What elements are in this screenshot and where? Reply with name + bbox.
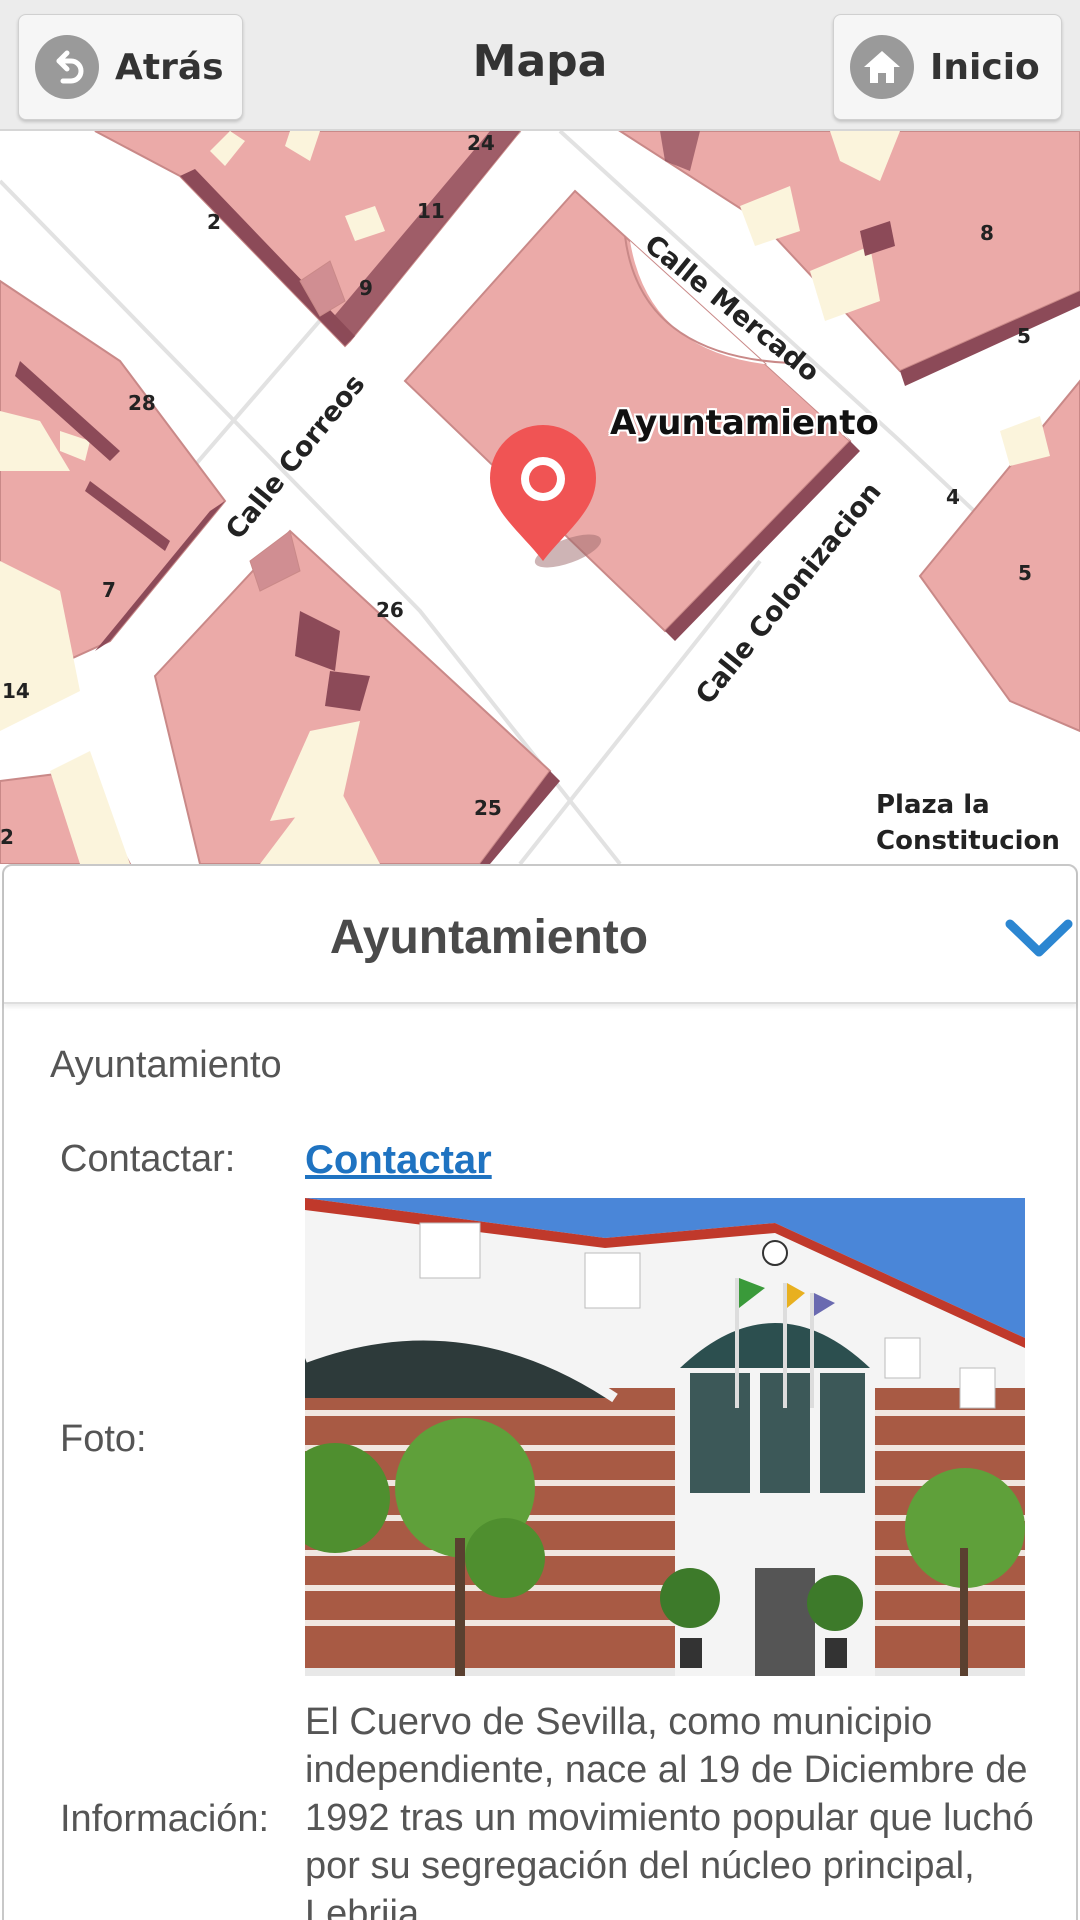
house-number: 28 [128,391,156,415]
house-number: 2 [0,825,14,849]
house-number: 5 [1017,324,1031,348]
house-number: 5 [1018,561,1032,585]
home-icon [850,35,914,99]
plaza-label: Plaza la Constitucion [876,787,1060,859]
plaza-label-line1: Plaza la [876,790,990,820]
home-button[interactable]: Inicio [833,14,1062,120]
house-number: 24 [467,131,495,155]
house-number: 8 [980,221,994,245]
chevron-down-icon[interactable] [1004,916,1074,962]
house-number: 9 [359,276,373,300]
house-number: 4 [946,485,960,509]
map-poi-label: Ayuntamiento [610,403,879,443]
town-hall-photo [305,1198,1025,1676]
house-number: 2 [207,210,221,234]
house-number: 25 [474,796,502,820]
place-name: Ayuntamiento [50,1044,282,1086]
plaza-label-line2: Constitucion [876,826,1060,856]
contact-label: Contactar: [60,1138,236,1180]
photo-label: Foto: [60,1418,147,1460]
house-number: 14 [2,679,30,703]
map-view[interactable]: Ayuntamiento Calle Mercado Calle Correos… [0,131,1080,864]
info-label: Información: [60,1798,270,1840]
details-panel: Ayuntamiento Ayuntamiento Contactar: Con… [2,864,1078,1920]
panel-title: Ayuntamiento [329,911,649,964]
home-button-label: Inicio [930,46,1040,88]
house-number: 7 [102,578,116,602]
house-number: 26 [376,598,404,622]
top-bar: Atrás Mapa Inicio [0,0,1080,131]
map-canvas [0,131,1080,864]
info-text: El Cuervo de Sevilla, como municipio ind… [305,1701,1034,1920]
panel-header[interactable]: Ayuntamiento [4,866,1076,1004]
contact-link[interactable]: Contactar [305,1138,492,1183]
house-number: 11 [417,199,445,223]
